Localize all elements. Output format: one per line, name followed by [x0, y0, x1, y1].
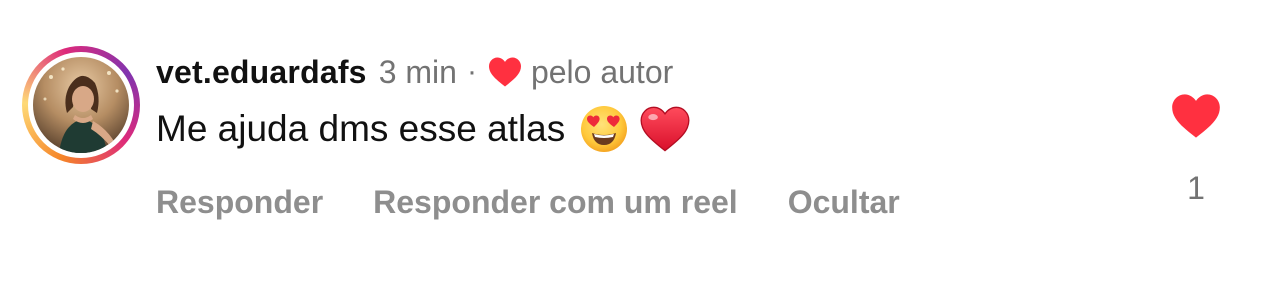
comment-body: Me ajuda dms esse atlas [156, 104, 691, 154]
separator-dot: · [466, 55, 477, 88]
story-ring[interactable] [22, 46, 140, 164]
avatar[interactable] [33, 57, 129, 153]
comment-timestamp: 3 min [378, 53, 457, 90]
comment-text: Me ajuda dms esse atlas [156, 108, 566, 149]
hide-button[interactable]: Ocultar [788, 184, 900, 221]
username-link[interactable]: vet.eduardafs [156, 54, 367, 91]
like-heart-icon[interactable] [1170, 92, 1222, 140]
red-heart-emoji-icon [640, 106, 690, 152]
heart-icon [488, 57, 521, 87]
reply-with-reel-button[interactable]: Responder com um reel [373, 184, 738, 221]
avatar-frame [28, 52, 134, 158]
heart-eyes-emoji-icon [581, 106, 628, 152]
reply-button[interactable]: Responder [156, 184, 323, 221]
comment-item: vet.eduardafs 3 min · pelo autor Me ajud… [0, 0, 1280, 284]
liked-by-author-label: pelo autor [530, 53, 674, 90]
like-count: 1 [1187, 170, 1205, 206]
comment-actions: Responder Responder com um reel Ocultar [156, 180, 900, 224]
comment-header: vet.eduardafs 3 min · pelo autor [156, 52, 673, 92]
